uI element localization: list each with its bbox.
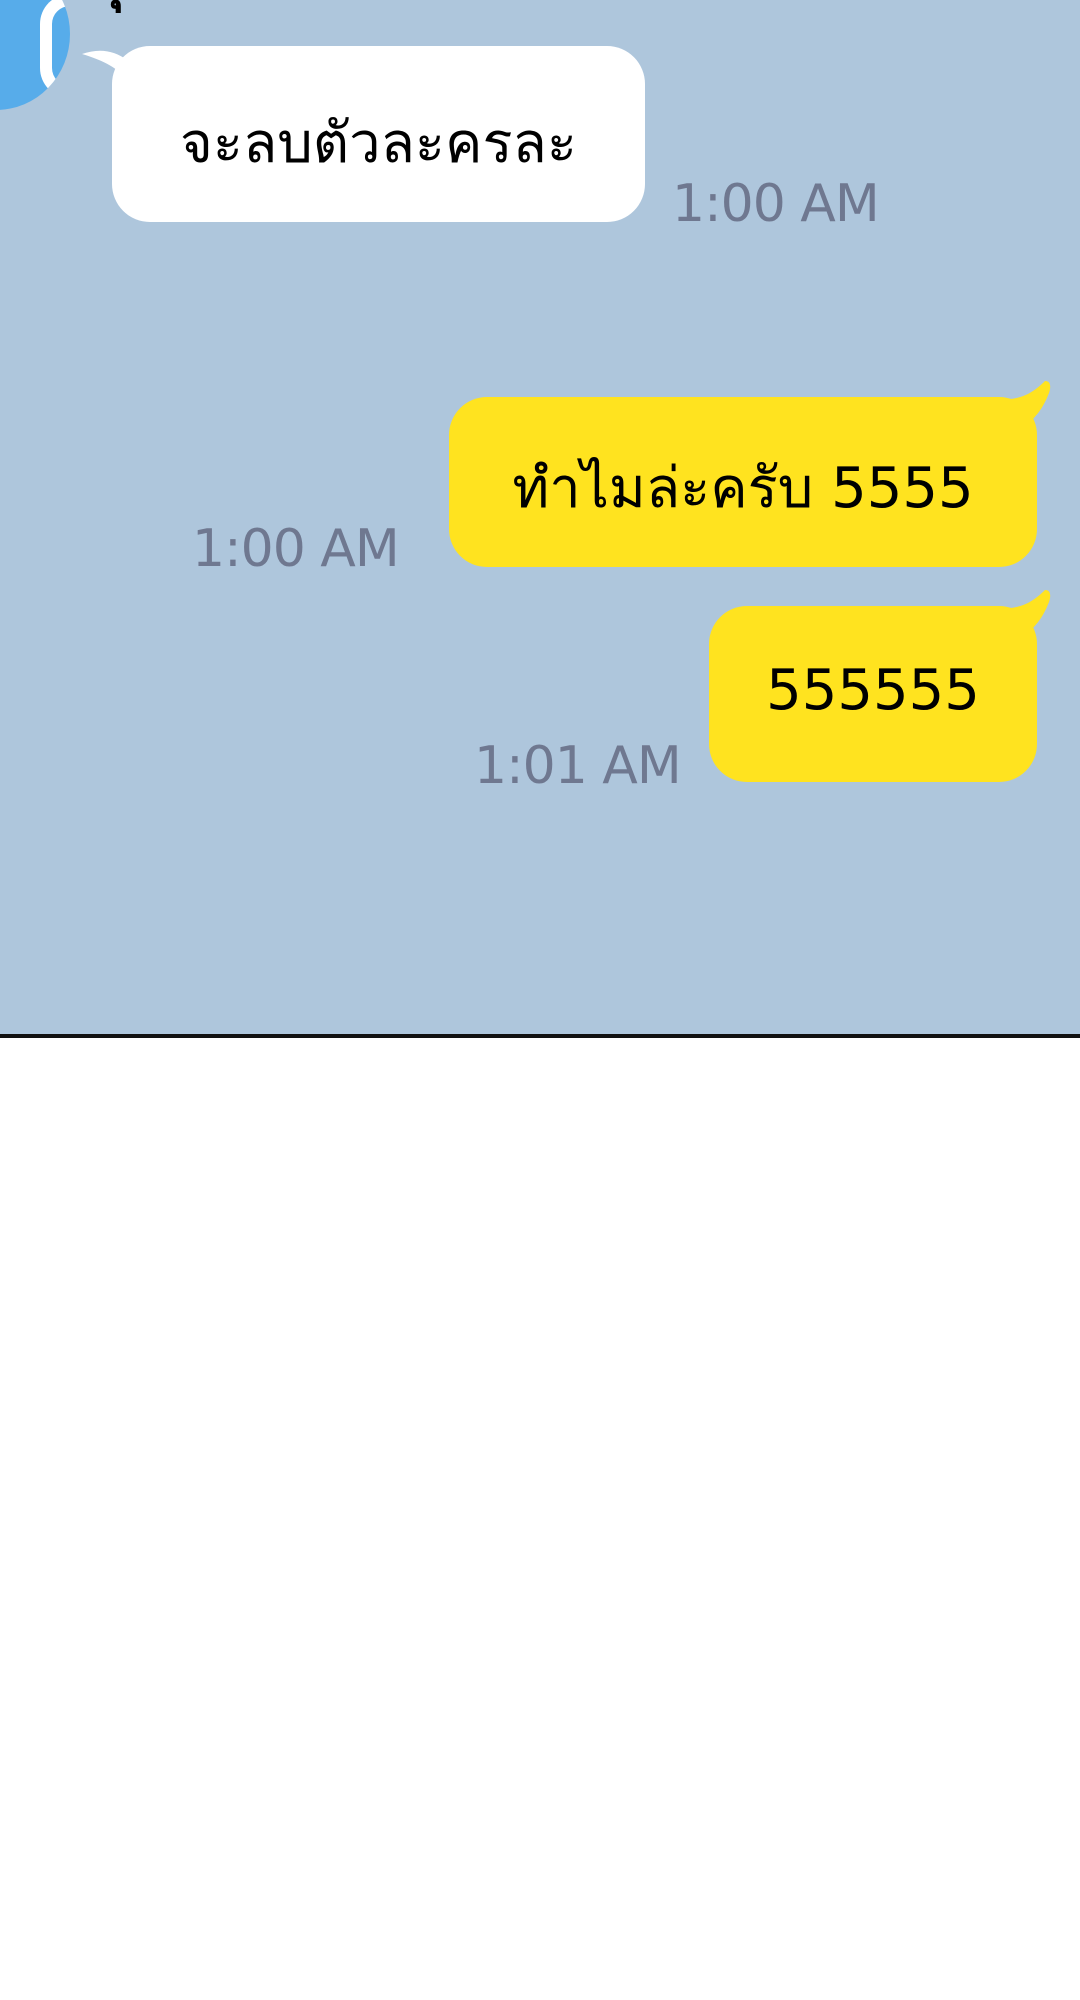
chat-area: คุณเจ้าของ จะลบตัวละครละ 1:00 AM ทำไมล่ะ…: [0, 0, 1080, 1038]
sender-name: คุณเจ้าของ: [88, 0, 350, 10]
message-time: 1:00 AM: [192, 519, 400, 579]
bubble-tail: [1011, 590, 1051, 630]
bubble-tail: [82, 50, 132, 88]
message-text: ทำไมล่ะครับ 5555: [512, 456, 974, 521]
message-time: 1:00 AM: [672, 174, 880, 234]
profile-avatar-icon: [40, 0, 70, 98]
message-bubble-outgoing[interactable]: 555555: [709, 590, 1051, 782]
bubble-tail: [1011, 381, 1051, 421]
message-bubble-incoming[interactable]: จะลบตัวละครละ: [82, 46, 645, 222]
message-text: 555555: [766, 658, 980, 723]
message-time: 1:01 AM: [474, 736, 682, 796]
message-bubble-outgoing[interactable]: ทำไมล่ะครับ 5555: [449, 381, 1051, 567]
message-text: จะลบตัวละครละ: [180, 111, 577, 176]
sender-avatar[interactable]: [0, 0, 70, 110]
